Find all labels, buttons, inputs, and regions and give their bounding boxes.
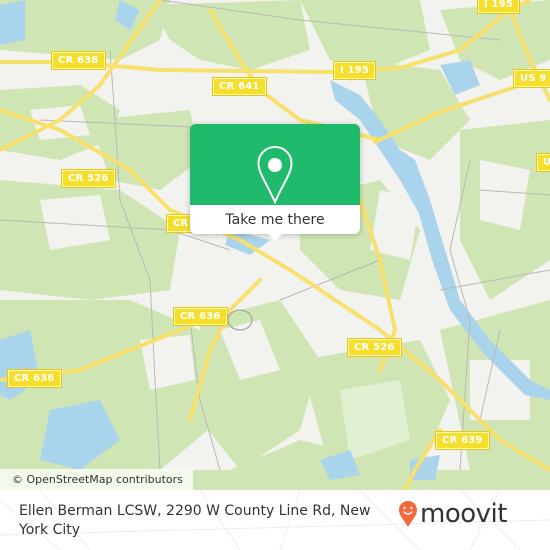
road-label-cr-526: CR 526: [61, 169, 116, 188]
location-address: Ellen Berman LCSW, 2290 W County Line Rd…: [19, 503, 371, 538]
moovit-logo[interactable]: moovit: [398, 500, 507, 528]
road-label-cr-526-east: CR 526: [347, 338, 402, 357]
road-label-us-9: US 9: [513, 69, 550, 88]
moovit-pin-icon: [399, 501, 417, 527]
road-label-i-195-top: I 195: [476, 0, 521, 14]
map-pin-icon: [257, 145, 293, 205]
map-view[interactable]: CR 638 CR 641 I 195 I 195 US 9 US CR 526…: [0, 0, 550, 490]
road-label-us: US: [536, 153, 550, 172]
popup-header: [190, 124, 360, 205]
road-label-i-195: I 195: [332, 61, 377, 80]
road-label-cr-641: CR 641: [212, 77, 267, 96]
location-popup: Take me there: [190, 124, 360, 241]
road-label-cr-639: CR 639: [435, 431, 490, 450]
map-base: [0, 0, 550, 490]
footer-bar: Ellen Berman LCSW, 2290 W County Line Rd…: [0, 490, 550, 550]
road-label-cr-638: CR 638: [51, 51, 106, 70]
road-label-cr-636-west: CR 636: [7, 369, 62, 388]
road-label-cr-636: CR 636: [173, 307, 228, 326]
take-me-there-button[interactable]: Take me there: [190, 205, 360, 234]
popup-pointer: [267, 233, 283, 241]
map-attribution[interactable]: © OpenStreetMap contributors: [0, 469, 193, 490]
moovit-wordmark: moovit: [420, 499, 507, 529]
